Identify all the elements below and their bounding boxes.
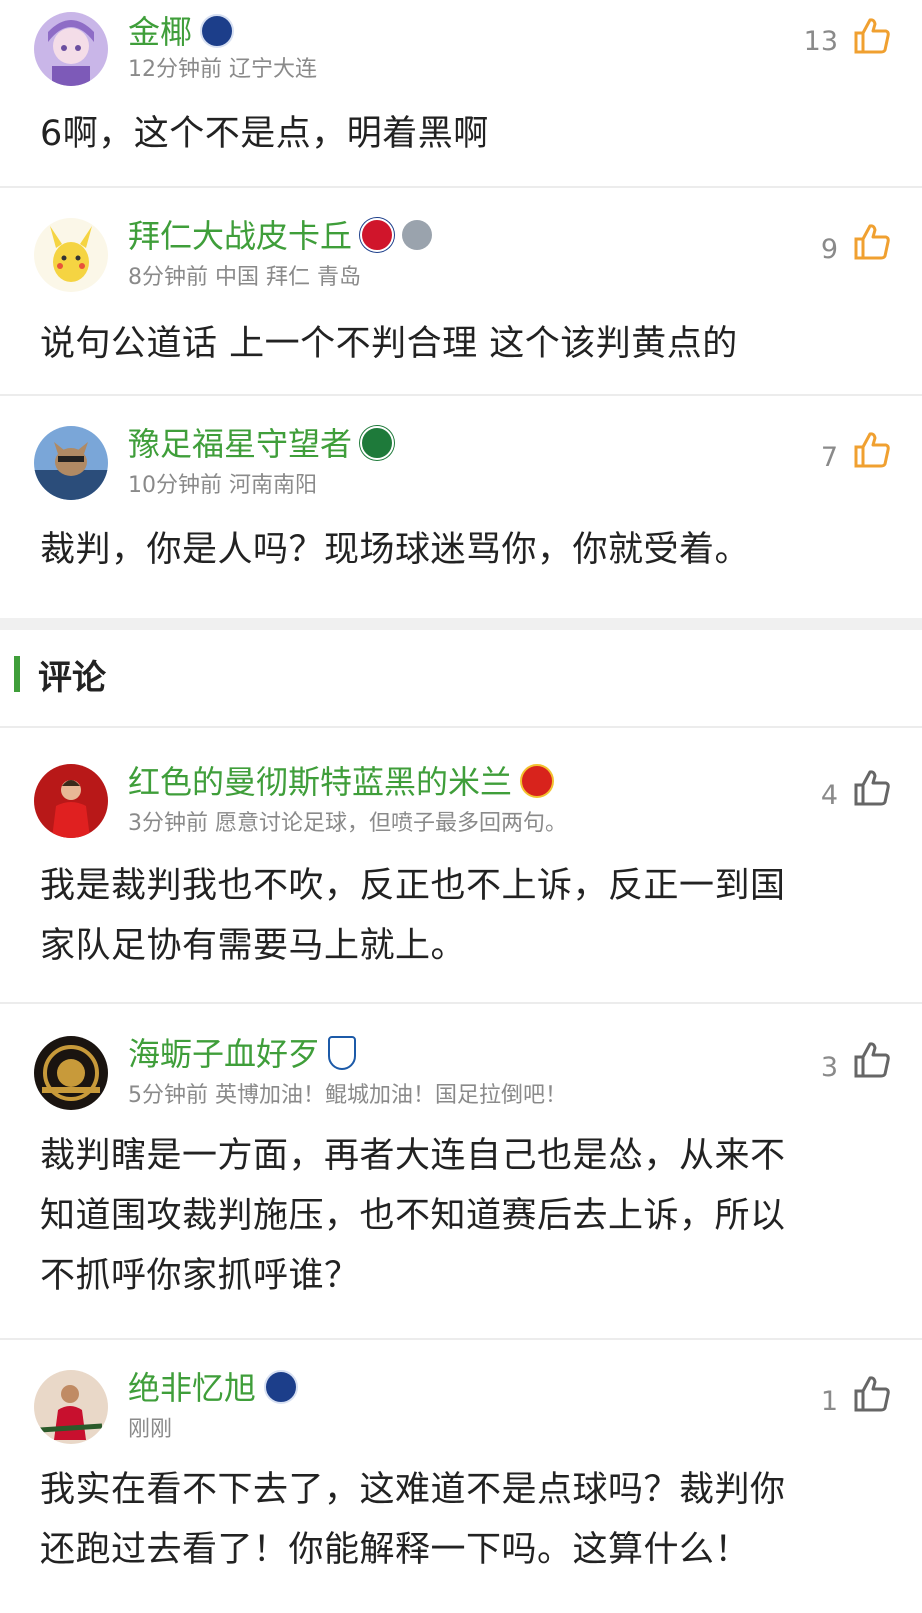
comment-text-line: 我实在看不下去了，这难道不是点球吗？裁判你 (40, 1470, 786, 1510)
team-badge-icon (360, 426, 395, 460)
thumbs-up-icon[interactable] (852, 1040, 892, 1080)
team-badge-icon (360, 218, 395, 252)
like-count: 7 (820, 442, 838, 473)
thumbs-up-icon[interactable] (852, 768, 892, 808)
like-count: 3 (820, 1052, 838, 1083)
comment-text: 我是裁判我也不吹，反正也不上诉，反正一到国 家队足协有需要马上就上。 (40, 856, 882, 976)
comment-item: 海蛎子血好歹 5分钟前 英博加油！鲲城加油！国足拉倒吧！ 3 裁判瞎是一方面，再… (0, 1004, 922, 1338)
comment-item: 红色的曼彻斯特蓝黑的米兰 3分钟前 愿意讨论足球，但喷子最多回两句。 4 我是裁… (0, 728, 922, 1002)
comment-meta: 5分钟前 英博加油！鲲城加油！国足拉倒吧！ (128, 1083, 567, 1108)
username-text[interactable]: 红色的曼彻斯特蓝黑的米兰 (128, 763, 512, 801)
avatar[interactable] (34, 1370, 108, 1444)
comment-meta: 刚刚 (128, 1417, 173, 1442)
thumbs-up-icon[interactable] (852, 16, 892, 56)
comment-text: 6啊，这个不是点，明着黑啊 (40, 114, 489, 154)
like-count: 1 (820, 1386, 838, 1417)
username[interactable]: 海蛎子血好歹 (128, 1034, 357, 1074)
section-title: 评论 (38, 657, 106, 698)
team-badge-icon (264, 1370, 299, 1404)
avatar[interactable] (34, 1036, 108, 1110)
team-badge-icon (520, 764, 555, 798)
trophy-badge-icon (402, 220, 433, 250)
avatar[interactable] (34, 218, 108, 292)
like-count: 4 (820, 780, 838, 811)
username[interactable]: 豫足福星守望者 (128, 424, 395, 464)
comment-text-line: 还跑过去看了！你能解释一下吗。这算什么！ (40, 1530, 751, 1570)
comment-text: 裁判，你是人吗？现场球迷骂你，你就受着。 (40, 530, 751, 570)
like-count: 13 (803, 26, 838, 57)
comment-item: 拜仁大战皮卡丘 8分钟前 中国 拜仁 青岛 9 说句公道话 上一个不判合理 这个… (0, 188, 922, 394)
comment-text: 裁判瞎是一方面，再者大连自己也是怂，从来不 知道围攻裁判施压，也不知道赛后去上诉… (40, 1126, 882, 1306)
avatar[interactable] (34, 764, 108, 838)
username[interactable]: 拜仁大战皮卡丘 (128, 216, 433, 256)
section-header: 评论 (14, 652, 106, 698)
username-text[interactable]: 海蛎子血好歹 (128, 1035, 320, 1073)
comment-text: 我实在看不下去了，这难道不是点球吗？裁判你 还跑过去看了！你能解释一下吗。这算什… (40, 1460, 882, 1580)
username-text[interactable]: 绝非忆旭 (128, 1369, 256, 1407)
comment-text: 说句公道话 上一个不判合理 这个该判黄点的 (40, 324, 738, 364)
comment-meta: 12分钟前 辽宁大连 (128, 57, 317, 82)
comment-item: 绝非忆旭 刚刚 1 我实在看不下去了，这难道不是点球吗？裁判你 还跑过去看了！你… (0, 1340, 922, 1613)
team-badge-icon (200, 14, 235, 48)
username[interactable]: 红色的曼彻斯特蓝黑的米兰 (128, 762, 555, 802)
username[interactable]: 绝非忆旭 (128, 1368, 299, 1408)
username-text[interactable]: 金椰 (128, 13, 192, 51)
section-accent-bar (14, 656, 20, 692)
like-count: 9 (820, 234, 838, 265)
thumbs-up-icon[interactable] (852, 1374, 892, 1414)
avatar[interactable] (34, 426, 108, 500)
username[interactable]: 金椰 (128, 12, 235, 52)
comment-meta: 3分钟前 愿意讨论足球，但喷子最多回两句。 (128, 811, 567, 836)
comment-meta: 10分钟前 河南南阳 (128, 473, 317, 498)
team-badge-icon (328, 1036, 357, 1070)
avatar[interactable] (34, 12, 108, 86)
comment-text-line: 知道围攻裁判施压，也不知道赛后去上诉，所以 (40, 1196, 786, 1236)
thumbs-up-icon[interactable] (852, 430, 892, 470)
comment-text-line: 裁判瞎是一方面，再者大连自己也是怂，从来不 (40, 1136, 786, 1176)
username-text[interactable]: 豫足福星守望者 (128, 425, 352, 463)
comment-meta: 8分钟前 中国 拜仁 青岛 (128, 265, 361, 290)
comment-item: 金椰 12分钟前 辽宁大连 13 6啊，这个不是点，明着黑啊 (0, 0, 922, 186)
section-gap (0, 618, 922, 630)
comment-text-line: 不抓呼你家抓呼谁？ (40, 1256, 360, 1296)
thumbs-up-icon[interactable] (852, 222, 892, 262)
comment-item: 豫足福星守望者 10分钟前 河南南阳 7 裁判，你是人吗？现场球迷骂你，你就受着… (0, 396, 922, 616)
comment-text-line: 我是裁判我也不吹，反正也不上诉，反正一到国 (40, 866, 786, 906)
username-text[interactable]: 拜仁大战皮卡丘 (128, 217, 352, 255)
comment-text-line: 家队足协有需要马上就上。 (40, 926, 467, 966)
